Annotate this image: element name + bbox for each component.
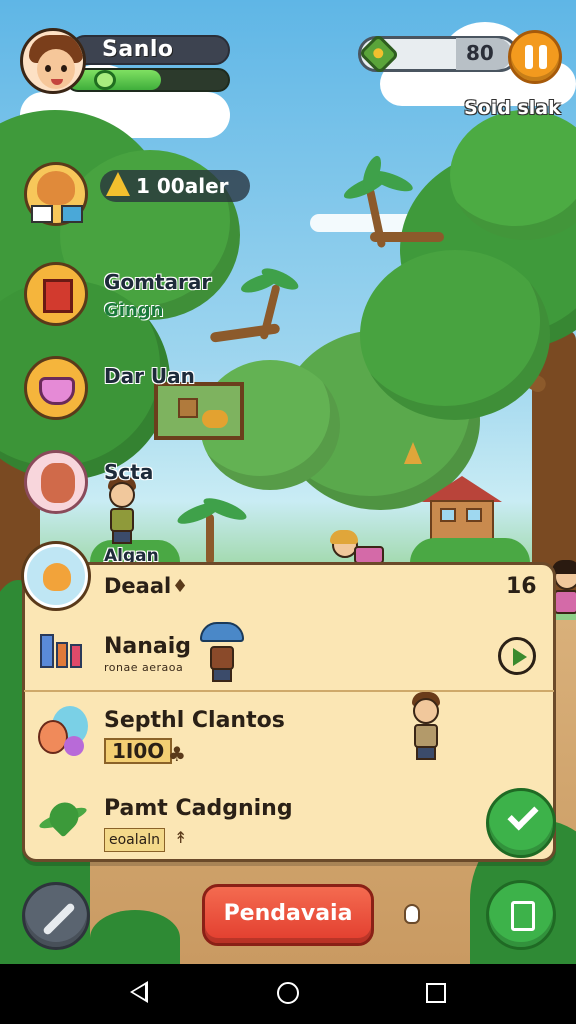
umbrella-villager-character <box>200 622 246 684</box>
back-icon[interactable] <box>130 981 148 1003</box>
quest-play-button[interactable] <box>498 637 536 675</box>
orange-creature-icon <box>43 563 71 591</box>
gold-amount: 1 00aler <box>136 174 229 198</box>
quest-item-subtitle: ronae aeraoa <box>104 661 184 674</box>
document-button[interactable] <box>486 880 556 950</box>
blue-friends-icon <box>38 706 90 762</box>
tools-button[interactable] <box>22 882 90 950</box>
side-item-gomtarar[interactable] <box>24 262 88 326</box>
shop-signboard <box>154 382 244 440</box>
quest-item-badge: eoalaln <box>104 828 165 852</box>
villager-character[interactable] <box>104 476 144 546</box>
quest-item-badge-mark: ♣ <box>168 742 186 766</box>
side-item-label: Gomtarar <box>104 270 212 294</box>
plant-leaf-icon <box>37 796 89 838</box>
side-item-scta[interactable] <box>24 450 88 514</box>
leafy-plant <box>90 910 180 964</box>
sparkle-icon <box>404 442 422 464</box>
village-house[interactable] <box>422 476 502 542</box>
side-item-label: Dar Uan <box>104 364 195 388</box>
currency-value: 80 <box>466 41 494 65</box>
quest-item-badge-mark: ↟ <box>174 828 188 847</box>
tree-branch <box>370 232 444 242</box>
palm-tree <box>341 153 416 258</box>
quest-count: 16 <box>506 574 537 599</box>
gold-bell-icon <box>106 172 130 196</box>
red-box-icon <box>43 279 73 313</box>
confirm-button[interactable] <box>486 788 556 858</box>
quest-panel-title-mark: ♦ <box>172 576 189 597</box>
recents-icon[interactable] <box>426 983 446 1003</box>
quest-item-badge: 1I0O <box>104 738 173 764</box>
side-item-sublabel: Gingn <box>104 300 164 321</box>
player-avatar[interactable] <box>20 28 86 94</box>
quest-item-title[interactable]: Pamt Cadgning <box>104 796 293 821</box>
pointer-hand-icon <box>404 904 420 924</box>
badge-icon <box>31 205 53 223</box>
quest-item-title[interactable]: Septhl Clantos <box>104 708 285 733</box>
home-icon[interactable] <box>277 982 299 1004</box>
badge-icon <box>61 205 83 223</box>
building-blocks-icon <box>40 630 84 670</box>
quest-panel-title: Deaal <box>104 574 172 598</box>
side-item-label: Scta <box>104 460 154 484</box>
wrench-icon <box>42 902 76 936</box>
document-icon <box>511 901 535 931</box>
palm-tree <box>175 493 249 566</box>
panel-divider <box>24 690 554 692</box>
pause-button[interactable] <box>508 30 562 84</box>
fox-character-icon <box>37 171 75 205</box>
tree-canopy <box>360 250 550 420</box>
currency-label: Soid slak <box>464 97 561 119</box>
main-action-button[interactable]: Pendavaia <box>202 884 374 946</box>
quest-item-title[interactable]: Nanaig <box>104 634 191 659</box>
villager-portrait-icon <box>41 463 75 503</box>
side-item-fox[interactable] <box>24 162 88 226</box>
pause-icon <box>525 45 533 69</box>
xp-swirl-icon <box>94 70 116 90</box>
xp-progress-bar <box>66 68 230 92</box>
checkmark-icon <box>507 799 539 831</box>
quest-giver-character[interactable] <box>408 692 448 764</box>
player-name: Sanlo <box>102 37 174 62</box>
cooking-pot-icon <box>39 377 75 405</box>
side-item-algan[interactable] <box>24 544 88 608</box>
side-item-dar-uan[interactable] <box>24 356 88 420</box>
